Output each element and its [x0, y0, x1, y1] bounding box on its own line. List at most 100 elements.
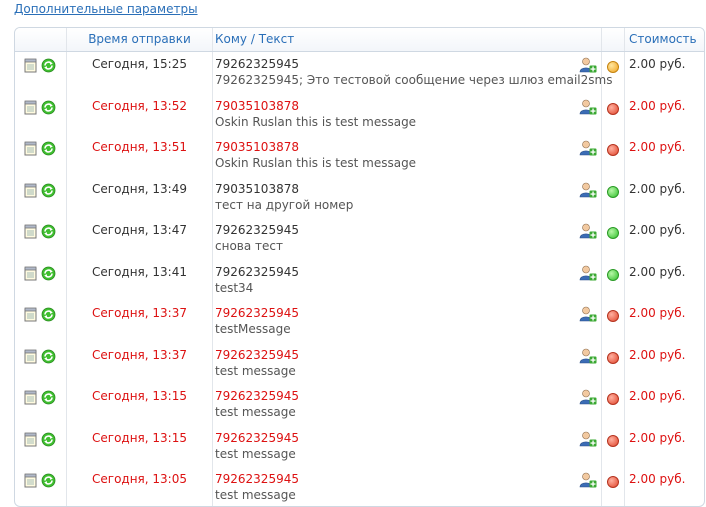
recipient-phone: 79035103878 [215, 181, 299, 196]
status-indicator [607, 227, 619, 239]
row-to-text: 79262325945 79262325945; Это тестовой со… [213, 52, 613, 94]
resend-icon[interactable] [41, 183, 56, 198]
header-send-time[interactable]: Время отправки [67, 28, 213, 51]
header-actions [15, 28, 67, 51]
send-time: Сегодня, 15:25 [92, 57, 187, 71]
add-contact-icon[interactable] [579, 140, 597, 156]
row-send-time: Сегодня, 13:37 [67, 342, 213, 384]
resend-icon[interactable] [41, 390, 56, 405]
row-cost: 2.00 руб. [625, 135, 704, 177]
add-contact-icon[interactable] [579, 306, 597, 322]
row-send-time: Сегодня, 13:15 [67, 384, 213, 426]
notepad-icon[interactable] [23, 58, 38, 73]
message-text: 79262325945; Это тестовой сообщение чере… [215, 73, 613, 87]
notepad-icon[interactable] [23, 224, 38, 239]
add-contact-icon[interactable] [579, 348, 597, 364]
resend-icon[interactable] [41, 58, 56, 73]
status-indicator [607, 393, 619, 405]
header-to-text[interactable]: Кому / Текст [213, 28, 602, 51]
row-cost: 2.00 руб. [625, 343, 704, 385]
table-row: Сегодня, 13:37 79262325945 testMessage 2… [15, 301, 704, 343]
notepad-icon[interactable] [23, 473, 38, 488]
notepad-icon[interactable] [23, 307, 38, 322]
row-send-time: Сегодня, 13:15 [67, 425, 213, 467]
message-text: test message [215, 488, 296, 502]
row-actions [15, 467, 67, 506]
row-cost: 2.00 руб. [625, 260, 704, 302]
send-time: Сегодня, 13:37 [92, 306, 187, 320]
notepad-icon[interactable] [23, 349, 38, 364]
message-cost: 2.00 руб. [629, 264, 686, 279]
add-contact-icon[interactable] [579, 472, 597, 488]
row-send-time: Сегодня, 13:37 [67, 301, 213, 343]
row-actions [15, 93, 67, 135]
resend-icon[interactable] [41, 349, 56, 364]
notepad-icon[interactable] [23, 266, 38, 281]
recipient-phone: 79262325945 [215, 347, 299, 362]
row-send-time: Сегодня, 13:47 [67, 218, 213, 260]
add-contact-icon[interactable] [579, 389, 597, 405]
table-row: Сегодня, 13:51 79035103878 Oskin Ruslan … [15, 135, 704, 177]
message-text: Oskin Ruslan this is test message [215, 156, 417, 170]
send-time: Сегодня, 13:05 [92, 472, 187, 486]
row-to-text: 79262325945 testMessage [213, 301, 602, 343]
resend-icon[interactable] [41, 307, 56, 322]
add-contact-icon[interactable] [579, 223, 597, 239]
row-status [602, 218, 625, 260]
resend-icon[interactable] [41, 432, 56, 447]
resend-icon[interactable] [41, 224, 56, 239]
row-send-time: Сегодня, 13:51 [67, 135, 213, 177]
message-cost: 2.00 руб. [629, 181, 686, 196]
add-contact-icon[interactable] [579, 99, 597, 115]
table-row: Сегодня, 15:25 79262325945 79262325945; … [15, 52, 704, 94]
add-contact-icon[interactable] [579, 431, 597, 447]
table-row: Сегодня, 13:41 79262325945 test34 2.00 р… [15, 259, 704, 302]
resend-icon[interactable] [41, 473, 56, 488]
add-contact-icon[interactable] [579, 57, 597, 73]
row-status [602, 384, 625, 426]
resend-icon[interactable] [41, 141, 56, 156]
row-send-time: Сегодня, 13:41 [67, 259, 213, 301]
row-to-text: 79262325945 test message [213, 425, 602, 467]
resend-icon[interactable] [41, 100, 56, 115]
row-cost: 2.00 руб. [625, 94, 704, 136]
row-send-time: Сегодня, 15:25 [67, 52, 213, 94]
message-text: тест на другой номер [215, 197, 354, 212]
row-cost: 2.00 руб. [625, 218, 704, 260]
status-indicator [607, 310, 619, 322]
row-send-time: Сегодня, 13:49 [67, 176, 213, 218]
additional-params-link[interactable]: Дополнительные параметры [14, 2, 198, 16]
table-row: Сегодня, 13:15 79262325945 test message … [15, 384, 704, 426]
row-to-text: 79262325945 test34 [213, 259, 602, 301]
row-status [602, 301, 625, 343]
status-indicator [607, 185, 619, 198]
notepad-icon[interactable] [23, 100, 38, 115]
send-time: Сегодня, 13:15 [92, 389, 187, 403]
table-header: Время отправки Кому / Текст Стоимость [15, 28, 704, 52]
send-time: Сегодня, 13:15 [92, 430, 187, 445]
send-time: Сегодня, 13:52 [92, 98, 187, 113]
header-cost[interactable]: Стоимость [625, 28, 704, 51]
resend-icon[interactable] [41, 266, 56, 281]
message-text: test message [215, 363, 296, 378]
add-contact-icon[interactable] [579, 265, 597, 281]
notepad-icon[interactable] [23, 183, 38, 198]
recipient-phone: 79262325945 [215, 472, 299, 486]
message-cost: 2.00 руб. [629, 140, 686, 154]
row-cost: 2.00 руб. [625, 301, 704, 343]
table-row: Сегодня, 13:49 79035103878 тест на друго… [15, 176, 704, 218]
notepad-icon[interactable] [23, 141, 38, 156]
add-contact-icon[interactable] [579, 182, 597, 198]
row-send-time: Сегодня, 13:05 [67, 467, 213, 506]
notepad-icon[interactable] [23, 432, 38, 447]
row-to-text: 79035103878 тест на другой номер [213, 176, 602, 218]
row-to-text: 79262325945 test message [213, 467, 602, 506]
row-to-text: 79035103878 Oskin Ruslan this is test me… [213, 135, 602, 177]
send-time: Сегодня, 13:47 [92, 223, 187, 237]
table-body: Сегодня, 15:25 79262325945 79262325945; … [15, 52, 704, 506]
row-status [602, 52, 625, 94]
table-row: Сегодня, 13:15 79262325945 test message … [15, 425, 704, 467]
row-status [602, 135, 625, 177]
recipient-phone: 79262325945 [215, 430, 299, 445]
notepad-icon[interactable] [23, 390, 38, 405]
